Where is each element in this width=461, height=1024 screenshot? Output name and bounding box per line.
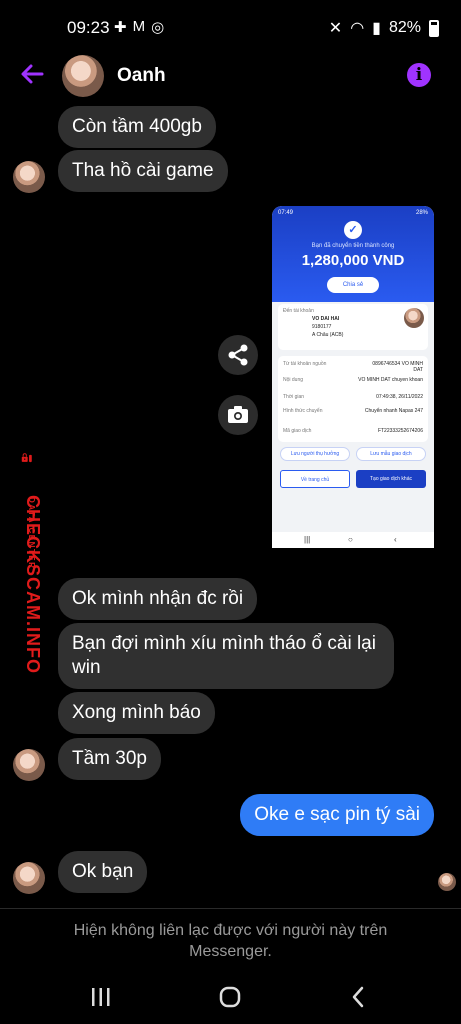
message-bubble[interactable]: Tha hồ cài game: [58, 150, 228, 192]
unavailable-notice: Hiện không liên lạc được với người này t…: [73, 922, 388, 960]
recipient-avatar: [404, 308, 424, 328]
battery-icon: [429, 19, 439, 37]
message-bubble[interactable]: Ok mình nhận đc rồi: [58, 578, 258, 620]
new-transaction-button: Tạo giao dịch khác: [356, 470, 426, 488]
home-label: Về trang chủ: [300, 477, 330, 483]
signal-icon: ▮: [372, 20, 381, 37]
watermark-subtext: DATA CENTER: [27, 497, 36, 570]
home-icon: ○: [348, 535, 353, 544]
detail-value: 0896746534 VO MINH DAT: [372, 361, 423, 373]
my-message-bubble[interactable]: Oke e sạc pin tý sài: [240, 794, 434, 836]
detail-value: 07:49:38, 26/11/2022: [376, 394, 423, 400]
detail-label: Từ tài khoản nguồn: [283, 361, 327, 367]
receipt-share-label: Chia sẻ: [342, 282, 364, 288]
system-nav-bar: [0, 972, 461, 1024]
gmail-icon: M: [132, 18, 146, 35]
to-account-label: Đến tài khoản: [283, 308, 314, 314]
message-bubble[interactable]: Bạn đợi mình xíu mình tháo ổ cài lại win: [58, 623, 394, 689]
recents-icon[interactable]: [90, 987, 112, 1007]
receipt-header: 07:49 28% ✓ Bạn đã chuyển tiền thành côn…: [272, 206, 434, 302]
home-button: Về trang chủ: [280, 470, 350, 488]
save-payee-label: Lưu người thụ hưởng: [290, 451, 340, 457]
transfer-receipt-image[interactable]: 07:49 28% ✓ Bạn đã chuyển tiền thành côn…: [272, 206, 434, 548]
notification-icons: ✚ M ◎: [114, 18, 164, 36]
receipt-share-button: Chia sẻ: [327, 277, 379, 293]
sender-avatar[interactable]: [13, 862, 45, 894]
status-right: ✕ ◠ ▮ 82%: [329, 18, 439, 38]
detail-value: VO MINH DAT chuyen khoan: [358, 377, 423, 383]
status-bar: 09:23 ✚ M ◎ ✕ ◠ ▮ 82%: [0, 0, 461, 56]
seen-avatar: [438, 873, 456, 891]
receipt-sent-text: Bạn đã chuyển tiền thành công: [311, 243, 395, 249]
info-icon[interactable]: i: [407, 63, 431, 87]
detail-label: Nội dung: [283, 377, 304, 383]
recipient-account: 9180177: [312, 324, 332, 330]
detail-value: FT22333252674206: [377, 428, 423, 434]
message-bubble[interactable]: Còn tầm 400gb: [58, 106, 216, 148]
arrow-left-icon[interactable]: [18, 60, 46, 88]
sender-avatar[interactable]: [13, 161, 45, 193]
contact-avatar[interactable]: [62, 55, 104, 97]
detail-label: Hình thức chuyển: [283, 408, 323, 414]
mute-icon: ✕: [328, 20, 343, 37]
receipt-recipient-card: Đến tài khoản VO DAI HAI 9180177 A Châu …: [278, 304, 428, 350]
wifi-icon: ◠: [350, 20, 365, 37]
save-template-label: Lưu mẫu giao dịch: [370, 451, 412, 457]
save-template-button: Lưu mẫu giao dịch: [356, 447, 426, 461]
home-icon[interactable]: [219, 986, 241, 1008]
puzzle-icon: ✚: [114, 19, 127, 36]
message-bubble[interactable]: Tầm 30p: [58, 738, 161, 780]
status-time: 09:23: [67, 18, 110, 37]
receipt-details-card: Từ tài khoản nguồn 0896746534 VO MINH DA…: [278, 356, 428, 442]
new-transaction-label: Tạo giao dịch khác: [370, 476, 412, 482]
detail-label: Mã giao dịch: [283, 428, 312, 434]
check-icon: ✓: [344, 221, 362, 239]
message-bubble[interactable]: Xong mình báo: [58, 692, 215, 734]
detail-value: Chuyển nhanh Napas 247: [364, 408, 423, 414]
contact-name[interactable]: Oanh: [117, 65, 166, 87]
share-icon[interactable]: [218, 335, 258, 375]
divider: [0, 908, 461, 909]
receipt-status-time: 07:49: [278, 210, 294, 216]
camera-icon[interactable]: [218, 395, 258, 435]
message-bubble[interactable]: Ok bạn: [58, 851, 148, 893]
sender-avatar[interactable]: [13, 749, 45, 781]
back-icon[interactable]: [350, 986, 366, 1008]
save-payee-button: Lưu người thụ hưởng: [280, 447, 350, 461]
receipt-amount: 1,280,000 VND: [301, 252, 405, 269]
recipient-bank: A Châu (ACB): [312, 332, 344, 338]
receipt-status-battery: 28%: [415, 210, 428, 216]
receipt-nav-bar: ||| ○ ‹: [272, 532, 434, 548]
messenger-icon: ◎: [151, 19, 165, 36]
recipient-name: VO DAI HAI: [312, 316, 340, 322]
battery-percent: 82%: [388, 19, 421, 36]
detail-label: Thời gian: [283, 394, 305, 400]
chat-header: Oanh i: [0, 52, 461, 100]
recents-icon: |||: [304, 535, 311, 544]
back-icon: ‹: [394, 535, 397, 544]
